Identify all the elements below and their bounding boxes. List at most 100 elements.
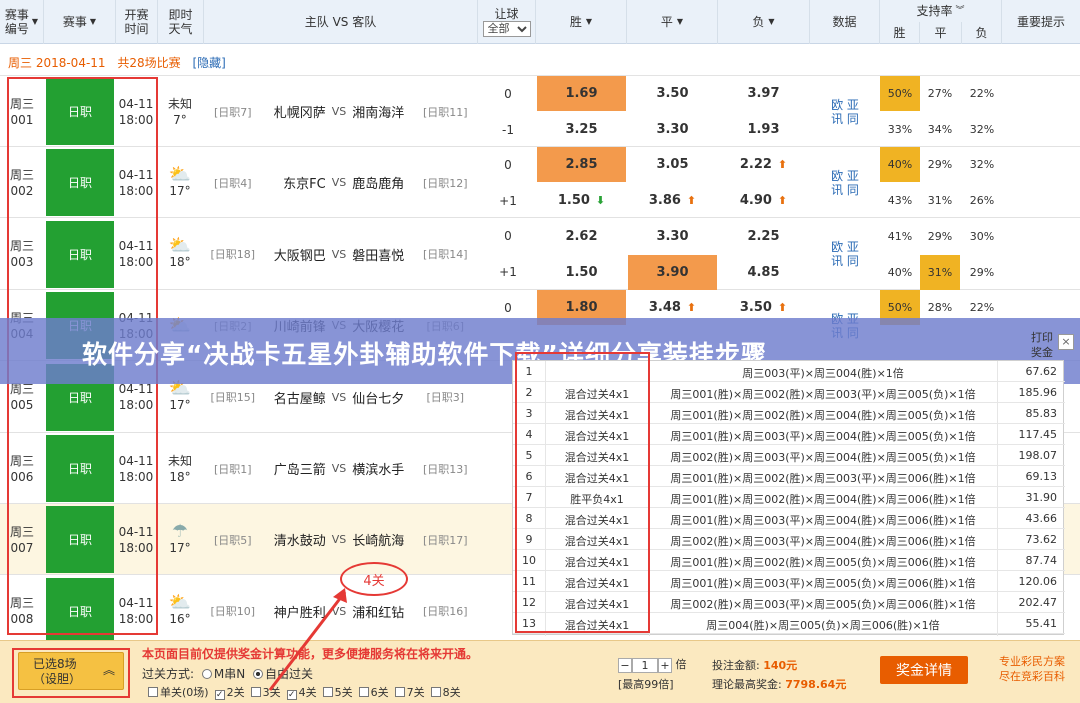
pass-label: 6关 xyxy=(370,686,389,699)
pass-checkbox[interactable] xyxy=(148,687,158,697)
weather-label: 未知 xyxy=(167,96,192,111)
odds-cell[interactable]: 4.85 xyxy=(719,255,808,290)
header-win[interactable]: 胜 ▼ xyxy=(536,0,627,44)
header-league[interactable]: 赛事 ▼ xyxy=(44,0,116,44)
multiplier-input[interactable]: 1 xyxy=(632,657,658,673)
totals: 投注金额: 140元 理论最高奖金: 7798.64元 xyxy=(712,656,846,694)
sort-icon: ▼ xyxy=(676,17,684,26)
handicap-select[interactable]: 全部 xyxy=(482,21,531,37)
bonus-details-button[interactable]: 奖金详情 xyxy=(880,656,968,684)
pass-checkbox[interactable]: ✓ xyxy=(214,690,225,700)
home-team[interactable]: 名古屋鲸 xyxy=(260,388,326,407)
home-rank: [日职15] xyxy=(210,391,256,405)
odds-cell[interactable]: 3.05 xyxy=(628,147,717,182)
odds-cell[interactable]: 1.93 xyxy=(719,112,808,147)
weather-cell: 未知 7° xyxy=(158,76,202,147)
odds-cell[interactable]: 3.90 xyxy=(628,254,717,290)
odds-cell[interactable]: 2.22 ⬆ xyxy=(719,147,808,182)
odds-cell[interactable]: 1.50 ⬇ xyxy=(537,183,626,218)
home-team[interactable]: 大阪钢巴 xyxy=(260,245,326,264)
odds-cell[interactable]: 1.69 xyxy=(537,76,626,111)
print-bonus-header[interactable]: 打印 奖金 xyxy=(1022,330,1062,364)
table-row[interactable]: 周三 002 日职 04-11 18:00 ⛅ 17° [日职4] 东京FC VS 鹿岛鹿角 [日… xyxy=(0,147,1080,219)
mode-mxn-label: M串N xyxy=(213,667,246,681)
odds-value: 3.50 xyxy=(656,86,689,101)
close-icon[interactable]: × xyxy=(1058,334,1074,350)
pass-checkbox[interactable] xyxy=(394,687,405,697)
away-team[interactable]: 浦和红钻 xyxy=(352,602,418,621)
odds-cell[interactable]: 2.25 xyxy=(719,219,808,254)
home-team[interactable]: 札幌冈萨 xyxy=(260,102,326,121)
plus-button[interactable]: + xyxy=(658,657,672,673)
home-team[interactable]: 东京FC xyxy=(260,173,326,192)
odds-cell[interactable]: 4.90 ⬆ xyxy=(719,183,808,218)
pass-checkbox[interactable]: ✓ xyxy=(286,690,297,700)
hide-link[interactable]: [隐藏] xyxy=(193,56,226,70)
header-lose[interactable]: 负 ▼ xyxy=(718,0,810,44)
home-team[interactable]: 神户胜利 xyxy=(260,602,326,621)
support-rate: 34% xyxy=(927,123,953,136)
away-team[interactable]: 磐田喜悦 xyxy=(352,245,418,264)
temperature: 16° xyxy=(169,612,191,627)
minus-button[interactable]: − xyxy=(618,657,632,673)
header-support-lose: 负 xyxy=(962,22,1002,44)
header-handicap: 让球 全部 xyxy=(478,0,536,44)
odds-cell[interactable]: 2.62 xyxy=(537,219,626,254)
popup-row-amount: 202.47 xyxy=(1018,596,1058,609)
popup-row-amount: 69.13 xyxy=(1025,470,1058,483)
odds-cell[interactable]: 2.85 xyxy=(537,147,626,183)
selected-matches-button[interactable]: 已选8场 （设胆） ︽ xyxy=(18,652,124,690)
away-team[interactable]: 湘南海洋 xyxy=(352,102,418,121)
mode-mxn-radio[interactable] xyxy=(201,669,212,679)
pass-checkbox[interactable] xyxy=(322,687,333,697)
pass-checkbox[interactable] xyxy=(358,687,369,697)
header-win-label: 胜 xyxy=(569,15,582,29)
multiplier-stepper[interactable]: −1 + 倍 xyxy=(618,656,687,673)
away-team[interactable]: 横滨水手 xyxy=(352,459,418,478)
teams-cell: [日职18] 大阪钢巴 VS 磐田喜悦 [日职14] xyxy=(204,219,474,290)
odds-value: 2.25 xyxy=(747,228,780,244)
home-team[interactable]: 清水鼓动 xyxy=(260,530,326,549)
partly-cloudy-icon: ⛅ xyxy=(168,235,192,257)
handicap-value: 0 xyxy=(504,229,512,244)
popup-row-amount: 55.41 xyxy=(1025,617,1058,630)
away-team[interactable]: 鹿岛鹿角 xyxy=(352,173,418,192)
teams-cell: [日职10] 神户胜利 VS 浦和红钻 [日职16] xyxy=(204,576,474,647)
popup-row-amount: 120.06 xyxy=(1018,575,1058,588)
table-row[interactable]: 周三 001 日职 04-11 18:00 未知 7° [日职7] 札幌冈萨 VS 湘南海洋 [日… xyxy=(0,76,1080,147)
header-teams: 主队 VS 客队 xyxy=(204,0,478,44)
home-team[interactable]: 广岛三箭 xyxy=(260,459,326,478)
odds-cell[interactable]: 3.30 xyxy=(628,219,717,254)
away-team[interactable]: 长崎航海 xyxy=(352,530,418,549)
odds-cell[interactable]: 3.97 xyxy=(719,76,808,111)
temperature: 17° xyxy=(169,183,191,198)
weather-cell: ⛅ 18° xyxy=(158,219,202,290)
table-row[interactable]: 周三 003 日职 04-11 18:00 ⛅ 18° [日职18] 大阪钢巴 VS 磐田喜悦[… xyxy=(0,219,1080,290)
header-match-no[interactable]: 赛事 编号 ▼ xyxy=(0,0,44,44)
pass-checkbox[interactable] xyxy=(430,687,441,697)
away-team[interactable]: 仙台七夕 xyxy=(352,388,418,407)
temperature: 7° xyxy=(173,112,187,127)
header-league-label: 赛事 xyxy=(62,15,87,29)
header-hint: 重要提示 xyxy=(1016,15,1065,29)
vs-label: VS xyxy=(331,462,347,475)
vs-label: VS xyxy=(331,533,347,547)
header-support[interactable]: 支持率 ︾ xyxy=(880,0,1002,22)
data-link[interactable]: 欧 亚 讯 同 xyxy=(810,76,880,147)
odds-value: 4.85 xyxy=(747,264,780,280)
weather-cell: 未知 18° xyxy=(158,433,202,504)
chevron-up-icon: ︽ xyxy=(102,663,115,677)
odds-cell[interactable]: 3.86 ⬆ xyxy=(628,183,717,218)
arrow-up-icon: ⬆ xyxy=(777,158,788,172)
pass-checkbox[interactable] xyxy=(250,687,261,697)
data-link[interactable]: 欧 亚 讯 同 xyxy=(810,147,880,218)
odds-cell[interactable]: 3.50 xyxy=(628,76,717,111)
header-draw[interactable]: 平 ▼ xyxy=(627,0,718,44)
data-link[interactable]: 欧 亚 讯 同 xyxy=(810,219,880,290)
odds-cell[interactable]: 3.25 xyxy=(537,112,626,147)
odds-cell[interactable]: 1.50 xyxy=(537,255,626,290)
away-rank: [日职11] xyxy=(422,105,468,119)
popup-row-desc: 周三001(胜)×周三003(平)×周三005(负)×周三006(胜)×1倍 xyxy=(670,577,976,590)
odds-cell[interactable]: 3.30 xyxy=(628,112,717,147)
mode-free-radio[interactable] xyxy=(253,669,264,679)
